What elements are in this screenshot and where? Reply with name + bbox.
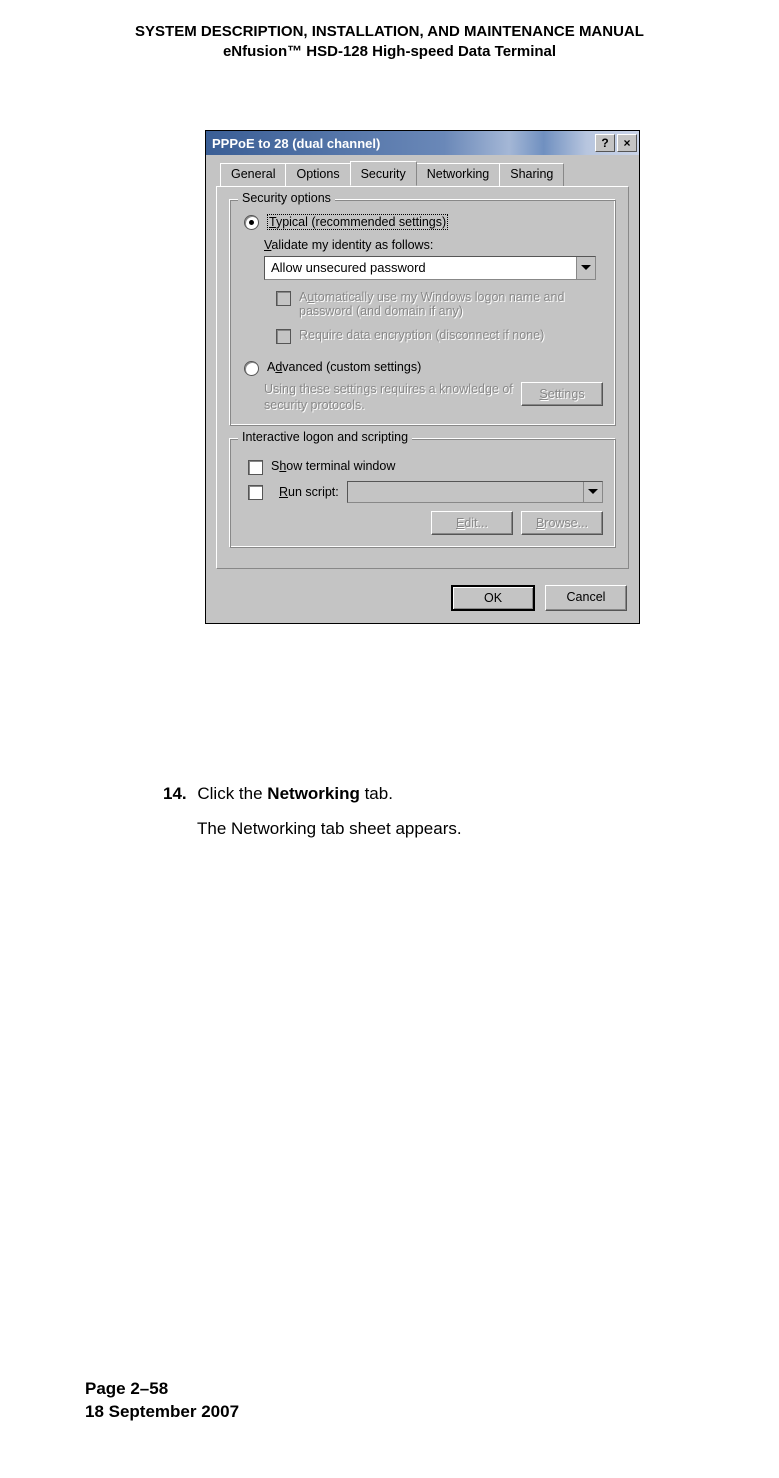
script-button-row: Edit... Browse... (242, 511, 603, 535)
edit-button: Edit... (431, 511, 513, 535)
tab-options[interactable]: Options (285, 163, 350, 186)
auto-logon-checkbox (276, 291, 291, 306)
dialog-footer: OK Cancel (206, 579, 639, 623)
manual-header: SYSTEM DESCRIPTION, INSTALLATION, AND MA… (0, 0, 779, 63)
show-terminal-label: Show terminal window (271, 459, 395, 473)
show-terminal-check-row[interactable]: Show terminal window (248, 459, 603, 475)
run-script-label: Run script: (279, 485, 339, 499)
cancel-button[interactable]: Cancel (545, 585, 627, 611)
tab-networking[interactable]: Networking (416, 163, 501, 186)
typical-radio[interactable] (244, 215, 259, 230)
header-line-1: SYSTEM DESCRIPTION, INSTALLATION, AND MA… (0, 22, 779, 42)
step-text-bold: Networking (267, 784, 360, 803)
advanced-hint: Using these settings requires a knowledg… (264, 382, 521, 413)
chevron-down-icon[interactable] (576, 257, 595, 279)
validate-identity-combo[interactable]: Allow unsecured password (264, 256, 596, 280)
auto-logon-label: Automatically use my Windows logon name … (299, 290, 603, 318)
instruction-step-14: 14. Click the Networking tab. The Networ… (163, 780, 462, 844)
tab-row: General Options Security Networking Shar… (206, 155, 639, 186)
require-encryption-checkbox (276, 329, 291, 344)
show-terminal-checkbox[interactable] (248, 460, 263, 475)
close-button[interactable]: × (617, 134, 637, 152)
run-script-combo (347, 481, 603, 503)
help-button[interactable]: ? (595, 134, 615, 152)
security-options-label: Security options (238, 191, 335, 205)
security-options-group: Security options Typical (recommended se… (229, 199, 616, 426)
validate-identity-value: Allow unsecured password (265, 257, 576, 279)
require-encryption-check-row: Require data encryption (disconnect if n… (276, 328, 603, 344)
footer-date: 18 September 2007 (85, 1401, 239, 1424)
dialog-titlebar[interactable]: PPPoE to 28 (dual channel) ? × (206, 131, 639, 155)
tab-sharing[interactable]: Sharing (499, 163, 564, 186)
step-result: The Networking tab sheet appears. (197, 815, 462, 844)
browse-button: Browse... (521, 511, 603, 535)
ok-button[interactable]: OK (451, 585, 535, 611)
footer-page-number: Page 2–58 (85, 1378, 239, 1401)
run-script-checkbox[interactable] (248, 485, 263, 500)
advanced-radio-row[interactable]: Advanced (custom settings) (242, 360, 603, 376)
interactive-logon-label: Interactive logon and scripting (238, 430, 412, 444)
header-line-2: eNfusion™ HSD-128 High-speed Data Termin… (0, 42, 779, 62)
advanced-hint-row: Using these settings requires a knowledg… (264, 382, 603, 413)
question-icon: ? (601, 137, 608, 149)
dialog-title: PPPoE to 28 (dual channel) (212, 136, 593, 151)
step-number: 14. (163, 784, 187, 803)
interactive-logon-group: Interactive logon and scripting Show ter… (229, 438, 616, 548)
run-script-row[interactable]: Run script: (248, 481, 603, 503)
pppoe-properties-dialog: PPPoE to 28 (dual channel) ? × General O… (205, 130, 640, 624)
tab-security[interactable]: Security (350, 161, 417, 186)
typical-radio-row[interactable]: Typical (recommended settings) (242, 214, 603, 230)
step-text-post: tab. (360, 784, 393, 803)
chevron-down-icon (583, 482, 602, 502)
tab-general[interactable]: General (220, 163, 286, 186)
advanced-radio[interactable] (244, 361, 259, 376)
auto-logon-check-row: Automatically use my Windows logon name … (276, 290, 603, 318)
settings-button: Settings (521, 382, 603, 406)
step-text-pre: Click the (197, 784, 267, 803)
security-tab-sheet: Security options Typical (recommended se… (216, 186, 629, 569)
require-encryption-label: Require data encryption (disconnect if n… (299, 328, 544, 342)
page-footer: Page 2–58 18 September 2007 (85, 1378, 239, 1424)
advanced-radio-label: Advanced (custom settings) (267, 360, 421, 374)
close-icon: × (623, 137, 630, 149)
typical-radio-label: Typical (recommended settings) (267, 214, 448, 230)
validate-label: Validate my identity as follows: (264, 238, 603, 252)
